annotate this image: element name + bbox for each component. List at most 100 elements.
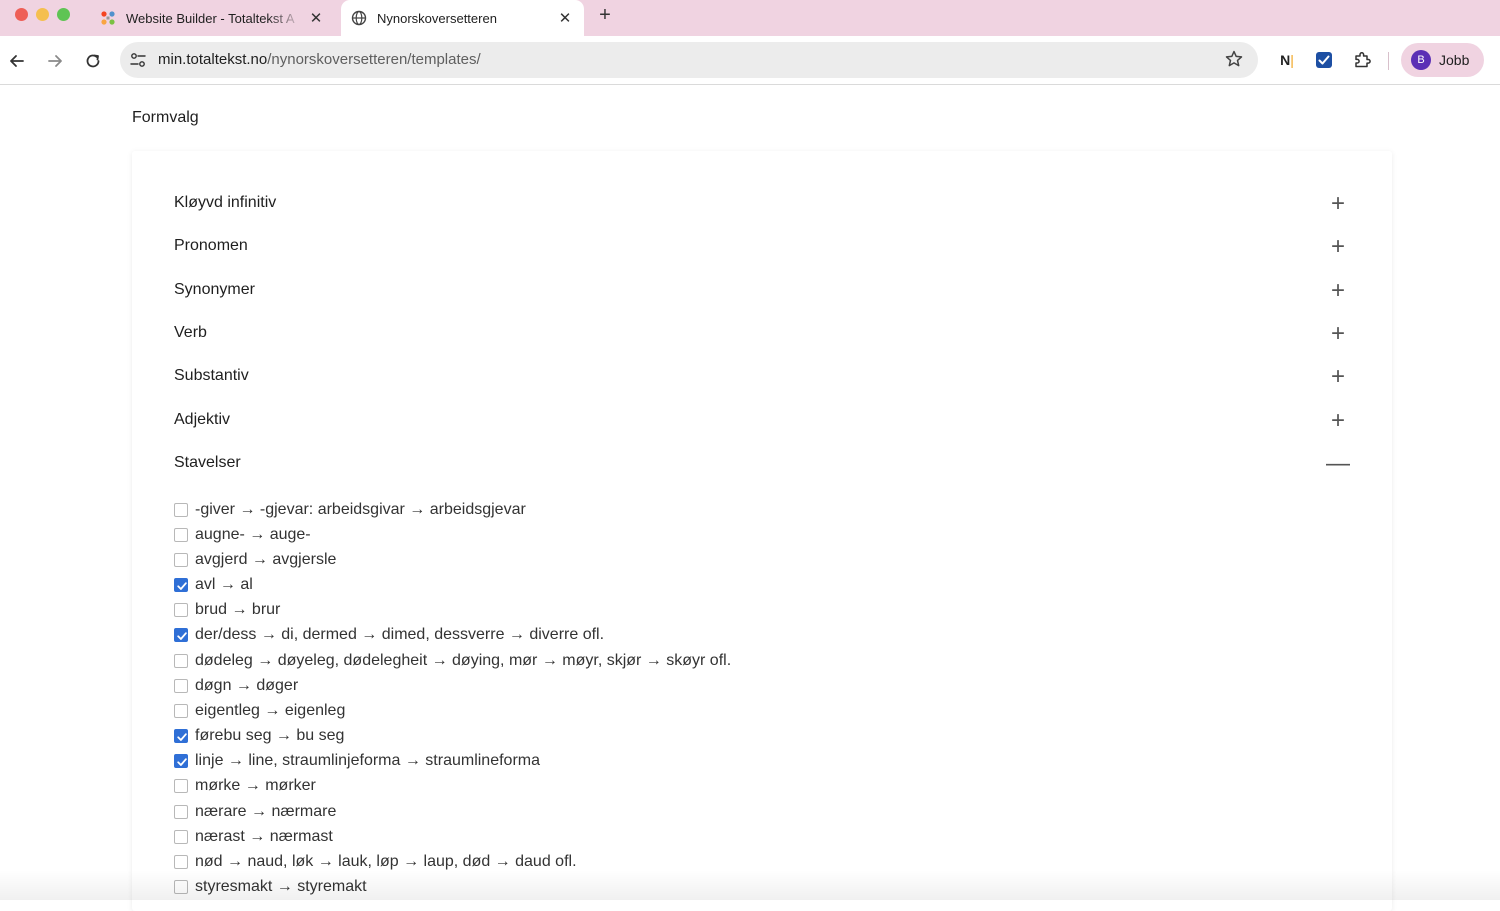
option-row[interactable]: mørke → mørker bbox=[174, 775, 316, 797]
option-checkbox[interactable] bbox=[174, 654, 188, 668]
window-zoom-button[interactable] bbox=[57, 8, 70, 21]
option-label: augne- → auge- bbox=[195, 526, 311, 543]
accordion-label: Adjektiv bbox=[174, 411, 231, 428]
option-row[interactable]: linje → line, straumlinjeforma → strauml… bbox=[174, 750, 540, 772]
plus-icon[interactable]: + bbox=[1326, 365, 1350, 389]
option-checkbox[interactable] bbox=[174, 528, 188, 542]
option-label: -giver → -gjevar: arbeidsgivar → arbeids… bbox=[195, 501, 526, 518]
option-checkbox[interactable] bbox=[174, 553, 188, 567]
bookmark-star-icon[interactable] bbox=[1224, 49, 1244, 69]
url-text: min.totaltekst.no/nynorskoversetteren/te… bbox=[158, 51, 481, 68]
option-checkbox[interactable] bbox=[174, 880, 188, 894]
address-bar[interactable]: min.totaltekst.no/nynorskoversetteren/te… bbox=[120, 42, 1258, 78]
plus-icon[interactable]: + bbox=[1326, 322, 1350, 346]
extension-n-icon[interactable]: N| bbox=[1278, 50, 1296, 70]
avatar: B bbox=[1411, 50, 1431, 70]
option-row[interactable]: brud → brur bbox=[174, 599, 280, 621]
checkbox-extension-icon[interactable] bbox=[1314, 50, 1334, 70]
option-row[interactable]: døgn → døger bbox=[174, 675, 298, 697]
extension-n-bar: | bbox=[1290, 52, 1294, 68]
extensions-puzzle-icon[interactable] bbox=[1352, 50, 1372, 70]
option-label: styresmakt → styremakt bbox=[195, 878, 367, 895]
option-label: brud → brur bbox=[195, 601, 281, 618]
option-label: nærast → nærmast bbox=[195, 828, 333, 845]
option-row[interactable]: nærare → nærmare bbox=[174, 801, 336, 823]
option-checkbox[interactable] bbox=[174, 805, 188, 819]
reload-icon[interactable] bbox=[82, 50, 104, 72]
option-checkbox[interactable] bbox=[174, 779, 188, 793]
option-checkbox[interactable] bbox=[174, 679, 188, 693]
option-label: førebu seg → bu seg bbox=[195, 727, 345, 744]
option-label: nærare → nærmare bbox=[195, 803, 337, 820]
option-label: mørke → mørker bbox=[195, 777, 316, 794]
window-close-button[interactable] bbox=[15, 8, 28, 21]
profile-name: Jobb bbox=[1439, 52, 1470, 68]
close-icon[interactable]: ✕ bbox=[303, 9, 329, 27]
new-tab-button[interactable]: + bbox=[594, 4, 616, 26]
plus-icon[interactable]: + bbox=[1326, 409, 1350, 433]
option-label: der/dess → di, dermed → dimed, dessverre… bbox=[195, 626, 605, 643]
option-row[interactable]: avgjerd → avgjersle bbox=[174, 549, 336, 571]
extension-n-letter: N bbox=[1280, 52, 1291, 68]
plus-icon[interactable]: + bbox=[1326, 279, 1350, 303]
option-row[interactable]: -giver → -gjevar: arbeidsgivar → arbeids… bbox=[174, 499, 526, 521]
option-label: døgn → døger bbox=[195, 677, 299, 694]
option-checkbox[interactable] bbox=[174, 754, 188, 768]
accordion-substantiv[interactable]: Substantiv + bbox=[174, 362, 1350, 392]
accordion-label: Pronomen bbox=[174, 237, 248, 254]
option-row[interactable]: nød → naud, løk → lauk, løp → laup, død … bbox=[174, 851, 577, 873]
option-label: nød → naud, løk → lauk, løp → laup, død … bbox=[195, 853, 577, 870]
url-host: min.totaltekst.no bbox=[158, 51, 268, 68]
joomla-icon bbox=[101, 11, 115, 25]
option-checkbox[interactable] bbox=[174, 855, 188, 869]
option-checkbox[interactable] bbox=[174, 729, 188, 743]
option-checkbox[interactable] bbox=[174, 830, 188, 844]
accordion-verb[interactable]: Verb + bbox=[174, 319, 1350, 349]
url-path: /nynorskoversetteren/templates/ bbox=[267, 51, 481, 68]
option-label: avgjerd → avgjersle bbox=[195, 551, 337, 568]
option-label: linje → line, straumlinjeforma → strauml… bbox=[195, 752, 540, 769]
tab-strip: Website Builder - Totaltekst A ✕ Nynorsk… bbox=[0, 0, 1500, 36]
accordion-synonymer[interactable]: Synonymer + bbox=[174, 276, 1350, 306]
site-settings-icon[interactable] bbox=[129, 51, 147, 69]
accordion-stavelser[interactable]: Stavelser — bbox=[174, 449, 1350, 479]
option-row[interactable]: førebu seg → bu seg bbox=[174, 725, 344, 747]
option-checkbox[interactable] bbox=[174, 578, 188, 592]
page-title: Formvalg bbox=[132, 109, 199, 126]
option-row[interactable]: dødeleg → døyeleg, dødelegheit → døying,… bbox=[174, 650, 731, 672]
profile-button[interactable]: B Jobb bbox=[1401, 43, 1484, 77]
close-icon[interactable]: ✕ bbox=[552, 9, 578, 27]
option-label: avl → al bbox=[195, 576, 253, 593]
plus-icon[interactable]: + bbox=[1326, 192, 1350, 216]
option-row[interactable]: avl → al bbox=[174, 574, 253, 596]
option-row[interactable]: eigentleg → eigenleg bbox=[174, 700, 345, 722]
forward-arrow-icon[interactable] bbox=[44, 50, 66, 72]
option-row[interactable]: der/dess → di, dermed → dimed, dessverre… bbox=[174, 624, 604, 646]
option-label: eigentleg → eigenleg bbox=[195, 702, 346, 719]
globe-icon bbox=[351, 10, 367, 26]
plus-icon[interactable]: + bbox=[1326, 235, 1350, 259]
accordion-label: Verb bbox=[174, 324, 207, 341]
option-row[interactable]: augne- → auge- bbox=[174, 524, 311, 546]
option-checkbox[interactable] bbox=[174, 603, 188, 617]
accordion-label: Kløyvd infinitiv bbox=[174, 194, 277, 211]
option-checkbox[interactable] bbox=[174, 628, 188, 642]
option-label: dødeleg → døyeleg, dødelegheit → døying,… bbox=[195, 652, 732, 669]
accordion-kloyvd-infinitiv[interactable]: Kløyvd infinitiv + bbox=[174, 189, 1350, 219]
option-row[interactable]: nærast → nærmast bbox=[174, 826, 333, 848]
toolbar-separator bbox=[1388, 52, 1389, 70]
back-arrow-icon[interactable] bbox=[6, 50, 28, 72]
option-row[interactable]: styresmakt → styremakt bbox=[174, 876, 367, 898]
options-card: Kløyvd infinitiv + Pronomen + Synonymer … bbox=[132, 151, 1392, 911]
option-checkbox[interactable] bbox=[174, 704, 188, 718]
tab-nynorskoversetteren[interactable]: Nynorskoversetteren ✕ bbox=[341, 0, 584, 36]
option-checkbox[interactable] bbox=[174, 503, 188, 517]
accordion-label: Stavelser bbox=[174, 454, 241, 471]
window-minimize-button[interactable] bbox=[36, 8, 49, 21]
tab-title: Website Builder - Totaltekst A bbox=[126, 10, 295, 26]
accordion-label: Substantiv bbox=[174, 367, 249, 384]
accordion-pronomen[interactable]: Pronomen + bbox=[174, 232, 1350, 262]
accordion-adjektiv[interactable]: Adjektiv + bbox=[174, 406, 1350, 436]
tab-website-builder[interactable]: Website Builder - Totaltekst A ✕ bbox=[90, 0, 335, 36]
minus-icon[interactable]: — bbox=[1326, 452, 1350, 476]
